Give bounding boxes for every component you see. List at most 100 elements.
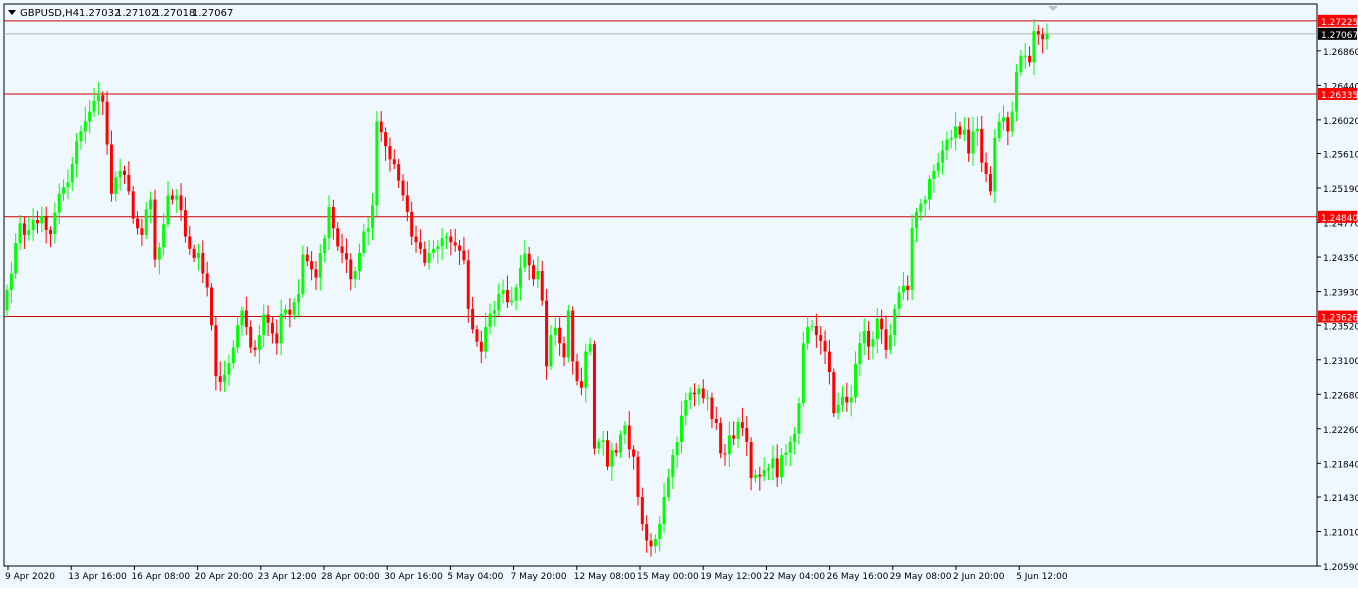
candle-body — [283, 309, 287, 314]
candle-body — [862, 331, 866, 344]
candle-body — [710, 397, 714, 419]
candle-body — [318, 252, 322, 278]
x-tick-label: 5 May 04:00 — [447, 572, 503, 582]
candle-body — [827, 351, 831, 373]
candle-body — [170, 195, 174, 200]
price-chart[interactable]: 1.268601.264401.260201.256101.251901.247… — [0, 0, 1358, 588]
candle-body — [549, 335, 553, 367]
candle-body — [788, 441, 792, 453]
candle-body — [767, 468, 771, 470]
x-tick-label: 9 Apr 2020 — [5, 572, 55, 582]
candle-body — [105, 101, 109, 145]
candle-body — [688, 392, 692, 401]
candle-body — [545, 300, 549, 367]
candle-body — [366, 228, 370, 232]
candle-body — [344, 252, 348, 260]
candle-body — [736, 422, 740, 439]
candle-body — [179, 195, 183, 211]
candle-body — [249, 326, 253, 348]
candle-body — [227, 363, 231, 375]
candle-body — [636, 456, 640, 497]
candle-body — [510, 300, 514, 303]
candle-body — [1015, 72, 1019, 112]
candle-body — [40, 215, 44, 224]
y-tick-label: 1.25610 — [1323, 151, 1358, 161]
candle-body — [945, 139, 949, 151]
candle-body — [928, 179, 932, 200]
candle-body — [270, 322, 274, 334]
candle-body — [962, 129, 966, 135]
candle-body — [157, 247, 161, 260]
candle-body — [653, 538, 657, 547]
candle-body — [49, 229, 53, 235]
candle-body — [740, 422, 744, 428]
candle-body — [854, 363, 858, 398]
candle-body — [427, 252, 431, 263]
candle-body — [449, 236, 453, 243]
candle-body — [5, 289, 9, 311]
candle-body — [75, 141, 79, 165]
candle-body — [975, 128, 979, 132]
candle-body — [623, 425, 627, 435]
candle-body — [806, 326, 810, 344]
candle-body — [22, 223, 26, 235]
candle-body — [397, 164, 401, 181]
candle-body — [218, 376, 222, 382]
candle-body — [723, 453, 727, 455]
candle-body — [275, 333, 279, 344]
x-tick-label: 23 Apr 12:00 — [258, 572, 317, 582]
candle-body — [331, 206, 335, 229]
candle-body — [458, 245, 462, 251]
header-low: 1.27018 — [154, 8, 195, 19]
candle-body — [888, 335, 892, 350]
candle-body — [614, 450, 618, 453]
y-tick-label: 1.26860 — [1323, 48, 1358, 58]
candle-body — [462, 250, 466, 261]
candle-body — [584, 351, 588, 388]
candle-body — [327, 206, 331, 239]
level-price-label: 1.27225 — [1321, 18, 1358, 28]
candle-body — [257, 335, 261, 350]
candle-body — [662, 496, 666, 525]
candle-body — [314, 269, 318, 278]
candle-body — [236, 325, 240, 348]
candle-body — [849, 397, 853, 403]
candle-body — [440, 238, 444, 247]
candle-body — [210, 287, 214, 326]
candle-body — [658, 524, 662, 539]
candle-body — [66, 182, 70, 188]
candle-body — [993, 137, 997, 192]
candle-body — [871, 339, 875, 347]
candle-body — [923, 199, 927, 204]
candle-body — [292, 302, 296, 315]
candle-body — [288, 309, 292, 315]
candle-body — [492, 310, 496, 314]
candle-body — [714, 418, 718, 424]
candle-body — [418, 242, 422, 249]
candle-body — [836, 404, 840, 414]
candle-body — [588, 344, 592, 352]
candle-body — [858, 343, 862, 364]
candle-body — [375, 121, 379, 206]
candle-body — [771, 458, 775, 469]
candle-body — [536, 271, 540, 280]
candle-body — [253, 347, 257, 350]
candle-body — [645, 524, 649, 541]
y-tick-label: 1.21840 — [1323, 460, 1358, 470]
candle-body — [988, 174, 992, 192]
candle-body — [884, 329, 888, 350]
candle-body — [1023, 55, 1027, 57]
candle-body — [897, 292, 901, 309]
candle-body — [166, 195, 170, 225]
candle-body — [9, 273, 13, 290]
candle-body — [693, 392, 697, 395]
candle-body — [954, 126, 958, 138]
candle-body — [392, 159, 396, 165]
candle-body — [479, 341, 483, 352]
candle-body — [906, 285, 910, 290]
candle-body — [70, 164, 74, 183]
candle-body — [1041, 34, 1045, 40]
candle-body — [845, 396, 849, 403]
candle-body — [984, 162, 988, 175]
candle-body — [336, 228, 340, 247]
